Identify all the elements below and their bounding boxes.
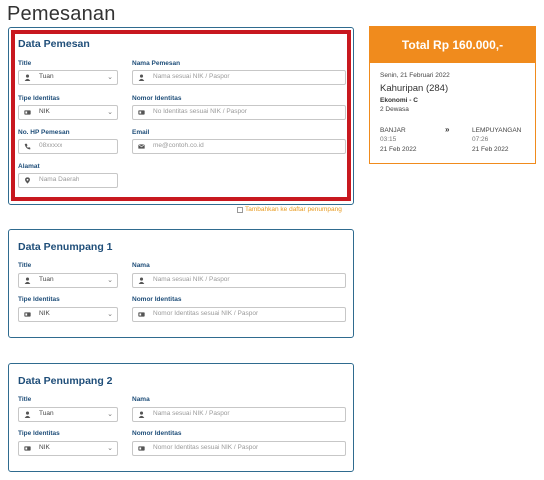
chevron-down-icon: ⌄ xyxy=(107,74,113,81)
passenger-id-type-select[interactable]: NIK ⌄ xyxy=(18,307,118,322)
email-input[interactable]: me@contoh.co.id xyxy=(132,139,346,154)
origin-date: 21 Feb 2022 xyxy=(380,146,417,153)
name-input-placeholder: Nama sesuai NIK / Paspor xyxy=(153,73,230,80)
id-number-label: Nomor Identitas xyxy=(132,296,182,303)
total-price: Total Rp 160.000,- xyxy=(370,27,535,63)
name-input[interactable]: Nama sesuai NIK / Paspor xyxy=(132,70,346,85)
passenger-name-input[interactable]: Nama sesuai NIK / Paspor xyxy=(132,407,346,422)
id-number-input-placeholder: No Identitas sesuai NIK / Paspor xyxy=(153,108,247,115)
email-label: Email xyxy=(132,129,150,136)
page-title: Pemesanan xyxy=(7,3,116,25)
passenger-name-placeholder: Nama sesuai NIK / Paspor xyxy=(153,276,230,283)
phone-input-placeholder: 08xxxxx xyxy=(39,142,63,149)
envelope-icon xyxy=(133,140,149,153)
train-class: Ekonomi - C xyxy=(380,97,418,104)
user-icon xyxy=(133,408,149,421)
passenger-name-placeholder: Nama sesuai NIK / Paspor xyxy=(153,410,230,417)
destination-date: 21 Feb 2022 xyxy=(472,146,509,153)
title-select-value: Tuan xyxy=(39,73,54,80)
user-icon xyxy=(133,274,149,287)
route-arrow-icon: » xyxy=(445,125,450,134)
name-label: Nama xyxy=(132,262,150,269)
passenger-title-select[interactable]: Tuan ⌄ xyxy=(18,407,118,422)
user-icon xyxy=(19,71,35,84)
passenger-card-title: Data Penumpang 2 xyxy=(18,375,113,387)
title-select[interactable]: Tuan ⌄ xyxy=(18,70,118,85)
passenger-title-value: Tuan xyxy=(39,276,54,283)
pemesan-card-title: Data Pemesan xyxy=(18,38,90,50)
address-input[interactable]: Nama Daerah xyxy=(18,173,118,188)
origin-time: 03:15 xyxy=(380,136,397,143)
id-type-select-value: NIK xyxy=(39,108,50,115)
destination-time: 07:26 xyxy=(472,136,489,143)
checkbox-box[interactable] xyxy=(237,206,243,213)
user-icon xyxy=(19,274,35,287)
id-type-label: Tipe Identitas xyxy=(18,95,60,102)
id-card-icon xyxy=(19,106,35,119)
user-icon xyxy=(133,71,149,84)
train-name: Kahuripan (284) xyxy=(380,83,449,94)
passenger-id-number-input[interactable]: Nomor Identitas sesuai NIK / Paspor xyxy=(132,307,346,322)
user-icon xyxy=(19,408,35,421)
passenger-card-2: Data Penumpang 2 Title Tuan ⌄ Nama Nama … xyxy=(8,363,354,472)
pemesan-card: Data Pemesan Title Tuan ⌄ Nama Pemesan N… xyxy=(8,27,354,205)
passenger-card-1: Data Penumpang 1 Title Tuan ⌄ Nama Nama … xyxy=(8,229,354,338)
passenger-id-number-placeholder: Nomor Identitas sesuai NIK / Paspor xyxy=(153,310,259,317)
origin-station: BANJAR xyxy=(380,127,406,134)
id-number-label: Nomor Identitas xyxy=(132,430,182,437)
id-card-icon xyxy=(133,442,149,455)
address-label: Alamat xyxy=(18,163,40,170)
email-input-placeholder: me@contoh.co.id xyxy=(153,142,204,149)
add-to-passenger-checkbox[interactable]: Tambahkan ke daftar penumpang xyxy=(237,206,342,213)
id-card-icon xyxy=(19,442,35,455)
id-number-input[interactable]: No Identitas sesuai NIK / Paspor xyxy=(132,105,346,120)
id-type-label: Tipe Identitas xyxy=(18,296,60,303)
chevron-down-icon: ⌄ xyxy=(107,109,113,116)
order-summary: Total Rp 160.000,- Senin, 21 Februari 20… xyxy=(369,26,536,164)
id-number-label: Nomor Identitas xyxy=(132,95,182,102)
phone-icon xyxy=(19,140,35,153)
passenger-id-type-value: NIK xyxy=(39,310,50,317)
id-card-icon xyxy=(133,106,149,119)
passenger-id-number-input[interactable]: Nomor Identitas sesuai NIK / Paspor xyxy=(132,441,346,456)
chevron-down-icon: ⌄ xyxy=(107,311,113,318)
add-to-passenger-label: Tambahkan ke daftar penumpang xyxy=(245,206,342,213)
passenger-card-title: Data Penumpang 1 xyxy=(18,241,113,253)
passenger-title-select[interactable]: Tuan ⌄ xyxy=(18,273,118,288)
name-label: Nama Pemesan xyxy=(132,60,181,67)
address-input-placeholder: Nama Daerah xyxy=(39,176,80,183)
passenger-count: 2 Dewasa xyxy=(380,106,409,113)
passenger-name-input[interactable]: Nama sesuai NIK / Paspor xyxy=(132,273,346,288)
passenger-id-type-select[interactable]: NIK ⌄ xyxy=(18,441,118,456)
map-pin-icon xyxy=(19,174,35,187)
passenger-id-type-value: NIK xyxy=(39,444,50,451)
title-label: Title xyxy=(18,262,32,269)
chevron-down-icon: ⌄ xyxy=(107,445,113,452)
id-card-icon xyxy=(133,308,149,321)
phone-input[interactable]: 08xxxxx xyxy=(18,139,118,154)
chevron-down-icon: ⌄ xyxy=(107,277,113,284)
chevron-down-icon: ⌄ xyxy=(107,411,113,418)
title-label: Title xyxy=(18,396,32,403)
phone-label: No. HP Pemesan xyxy=(18,129,70,136)
name-label: Nama xyxy=(132,396,150,403)
passenger-title-value: Tuan xyxy=(39,410,54,417)
destination-station: LEMPUYANGAN xyxy=(472,127,522,134)
title-label: Title xyxy=(18,60,32,67)
id-type-select[interactable]: NIK ⌄ xyxy=(18,105,118,120)
passenger-id-number-placeholder: Nomor Identitas sesuai NIK / Paspor xyxy=(153,444,259,451)
id-card-icon xyxy=(19,308,35,321)
id-type-label: Tipe Identitas xyxy=(18,430,60,437)
travel-date: Senin, 21 Februari 2022 xyxy=(380,72,450,79)
